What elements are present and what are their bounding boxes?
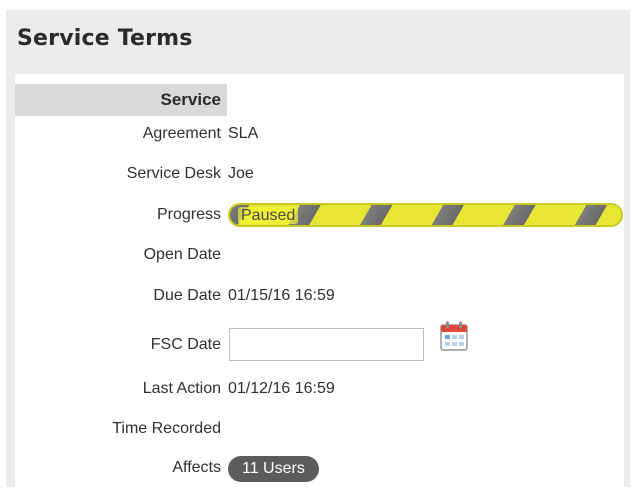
fsc-date-label: FSC Date — [150, 336, 221, 353]
section-header-service: Service — [15, 84, 227, 116]
time-recorded-label: Time Recorded — [112, 420, 221, 437]
row-affects: Affects 11 Users — [15, 454, 624, 484]
progress-bar: Paused — [228, 203, 623, 227]
progress-label: Progress — [156, 206, 221, 223]
service-desk-label: Service Desk — [126, 165, 221, 182]
due-date-label: Due Date — [153, 287, 221, 304]
row-fsc-date: FSC Date — [15, 321, 624, 362]
row-agreement: Agreement SLA — [15, 120, 624, 150]
row-open-date: Open Date — [15, 241, 624, 271]
agreement-value: SLA — [228, 125, 259, 142]
row-time-recorded: Time Recorded — [15, 415, 624, 445]
row-service-desk: Service Desk Joe — [15, 160, 624, 190]
calendar-icon — [440, 321, 468, 351]
affects-users-badge[interactable]: 11 Users — [228, 456, 319, 482]
row-progress: Progress Paused — [15, 201, 624, 231]
service-terms-panel: Service Terms Service Agreement SLA Serv… — [6, 10, 630, 488]
last-action-label: Last Action — [142, 380, 221, 397]
panel-body: Service Agreement SLA Service Desk Joe P… — [15, 74, 624, 488]
section-header-label: Service — [160, 90, 222, 109]
calendar-button[interactable] — [440, 321, 468, 351]
row-last-action: Last Action 01/12/16 16:59 — [15, 375, 624, 405]
fsc-date-input[interactable] — [229, 328, 424, 361]
progress-status-text: Paused — [238, 207, 299, 224]
agreement-label: Agreement — [142, 125, 221, 142]
last-action-value: 01/12/16 16:59 — [228, 380, 335, 397]
service-desk-value: Joe — [228, 165, 254, 182]
open-date-label: Open Date — [143, 246, 221, 263]
due-date-value: 01/15/16 16:59 — [228, 287, 335, 304]
row-due-date: Due Date 01/15/16 16:59 — [15, 282, 624, 312]
affects-label: Affects — [172, 459, 221, 476]
panel-title: Service Terms — [17, 26, 193, 51]
